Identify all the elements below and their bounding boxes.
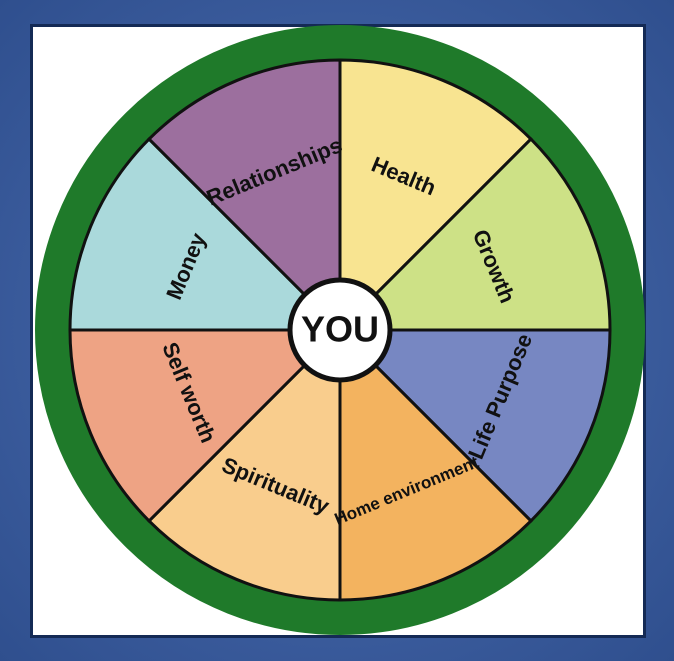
center-label: YOU bbox=[301, 309, 379, 350]
wheel-diagram: HealthGrowthLife PurposeHome environment… bbox=[35, 25, 645, 635]
